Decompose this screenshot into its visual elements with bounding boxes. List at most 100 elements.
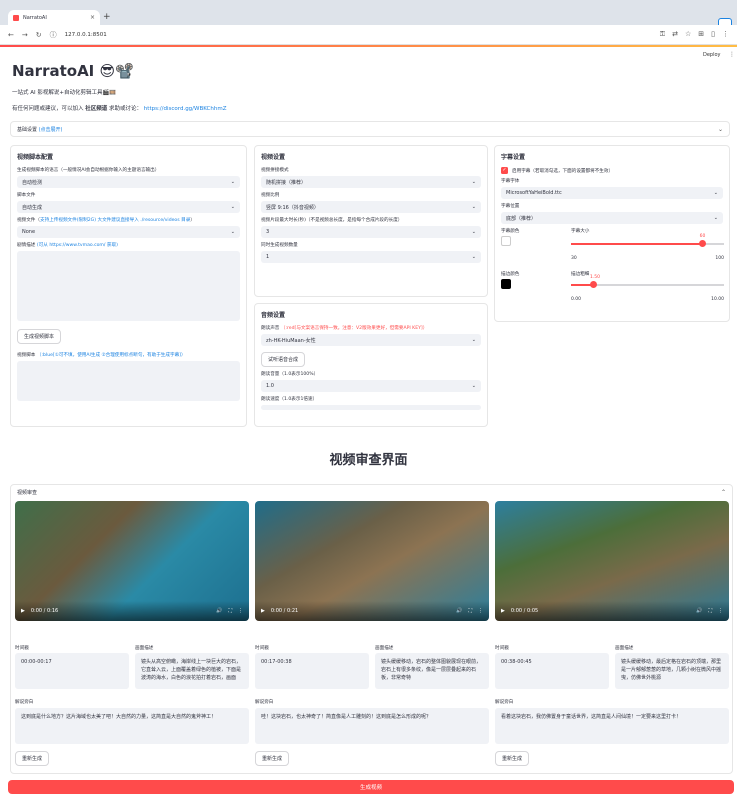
timestamp-field[interactable]: 00:00-00:17 bbox=[15, 653, 129, 689]
slider-min: 0.00 bbox=[571, 297, 582, 302]
scene-label: 画面描述 bbox=[135, 646, 154, 651]
script-label: 视频脚本 （:blue[①可不填，使用AI生成 ②合理使用标点断句，有助于生成字… bbox=[17, 353, 186, 358]
close-tab-icon[interactable]: × bbox=[90, 14, 95, 21]
new-tab-icon[interactable]: + bbox=[103, 12, 111, 22]
play-icon[interactable]: ▶ bbox=[501, 608, 505, 614]
narration-textarea[interactable]: 哇！这块岩石，也太神奇了！简直像是人工雕刻的！这到底是怎么形成的呢？ bbox=[255, 708, 489, 744]
slider-value: 60 bbox=[699, 234, 706, 239]
play-icon[interactable]: ▶ bbox=[261, 608, 265, 614]
more-icon[interactable]: ⋮ bbox=[238, 608, 243, 614]
timestamp-label: 时间戳 bbox=[495, 646, 509, 651]
address-bar[interactable]: 127.0.0.1:8501 bbox=[65, 32, 107, 38]
enable-subtitle-row[interactable]: ✓ 启用字幕（若取消勾选，下面的设置都将不生效） bbox=[501, 167, 723, 174]
aspect-select[interactable]: 竖屏 9:16（抖音视频） ⌄ bbox=[261, 201, 481, 213]
browser-toolbar: ← → ↻ ⓘ 127.0.0.1:8501 ⚿ ⇄ ☆ ⊞ ▯ ⋮ bbox=[0, 25, 737, 45]
video-player[interactable]: ▶ 0:00 / 0:16 🔊 ⛶ ⋮ bbox=[15, 501, 249, 621]
more-icon[interactable]: ⋮ bbox=[478, 608, 483, 614]
generate-script-button[interactable]: 生成视频脚本 bbox=[17, 329, 62, 344]
reload-icon[interactable]: ↻ bbox=[36, 31, 42, 39]
app-menu-icon[interactable]: ⋮ bbox=[729, 51, 735, 58]
site-info-icon[interactable]: ⓘ bbox=[50, 30, 57, 40]
video-player[interactable]: ▶ 0:00 / 0:05 🔊 ⛶ ⋮ bbox=[495, 501, 729, 621]
chevron-down-icon: ⌄ bbox=[471, 383, 476, 389]
deploy-button[interactable]: Deploy bbox=[703, 52, 721, 58]
narration-textarea[interactable]: 这到底是什么地方？这片海域也太美了吧！大自然的力量，这简直是大自然的鬼斧神工！ bbox=[15, 708, 249, 744]
scene-textarea[interactable]: 镜头缓缓移动，最后定格在岩石的顶端，那里是一片郁郁葱葱的草地，几颗小树在微风中摇… bbox=[615, 653, 729, 689]
basic-settings-expander[interactable]: 基础设置 (点击展开) ⌄ bbox=[10, 121, 730, 137]
fullscreen-icon[interactable]: ⛶ bbox=[468, 608, 472, 614]
audio-settings-card: 音频设置 朗读声音 （:red[与文案语言保持一致。注意：V2版效果更好，但需要… bbox=[254, 303, 488, 427]
volume-select[interactable]: 1.0 ⌄ bbox=[261, 380, 481, 392]
voice-select[interactable]: zh-HK-HiuMaan-女性 ⌄ bbox=[261, 334, 481, 346]
slider-thumb[interactable] bbox=[590, 281, 598, 288]
chevron-down-icon: ⌄ bbox=[471, 204, 476, 210]
timestamp-field[interactable]: 00:17-00:38 bbox=[255, 653, 369, 689]
more-icon[interactable]: ⋮ bbox=[718, 608, 723, 614]
video-count-select[interactable]: 1 ⌄ bbox=[261, 251, 481, 263]
scene-textarea[interactable]: 镜头缓缓移动，岩石的整体图貌展现在眼前，岩石上有很多条纹，像是一层层叠起来的石板… bbox=[375, 653, 489, 689]
subtitle-color-swatch[interactable] bbox=[501, 236, 511, 246]
review-expander-label[interactable]: 视频审查 bbox=[17, 489, 37, 496]
video-settings-title: 视频设置 bbox=[261, 154, 286, 161]
video-player[interactable]: ▶ 0:00 / 0:21 🔊 ⛶ ⋮ bbox=[255, 501, 489, 621]
chevron-down-icon: ⌄ bbox=[471, 254, 476, 260]
sidepanel-icon[interactable]: ▯ bbox=[711, 30, 715, 39]
generate-video-button[interactable]: 生成视频 bbox=[8, 780, 734, 794]
script-file-label: 脚本文件 bbox=[17, 193, 36, 198]
discord-link[interactable]: https://discord.gg/WBKChhmZ bbox=[144, 106, 227, 112]
chevron-down-icon: ⌄ bbox=[230, 179, 235, 185]
volume-icon[interactable]: 🔊 bbox=[696, 608, 702, 614]
plot-textarea[interactable] bbox=[17, 251, 240, 321]
volume-icon[interactable]: 🔊 bbox=[216, 608, 222, 614]
translate-icon[interactable]: ⇄ bbox=[672, 30, 678, 39]
chevron-down-icon: ⌄ bbox=[230, 204, 235, 210]
regenerate-button[interactable]: 重新生成 bbox=[15, 751, 50, 766]
review-section-title: 视频审查界面 bbox=[329, 453, 408, 468]
stroke-width-slider[interactable]: 1.50 bbox=[571, 275, 724, 295]
timestamp-field[interactable]: 00:38-00:45 bbox=[495, 653, 609, 689]
rate-select[interactable] bbox=[261, 405, 481, 410]
back-icon[interactable]: ← bbox=[8, 31, 14, 39]
try-voice-button[interactable]: 试听语音合成 bbox=[261, 352, 306, 367]
script-textarea[interactable] bbox=[17, 361, 240, 401]
script-file-select[interactable]: 自动生成 ⌄ bbox=[17, 201, 240, 213]
video-file-select[interactable]: None ⌄ bbox=[17, 226, 240, 238]
concat-mode-select[interactable]: 随机拼接（推荐） ⌄ bbox=[261, 176, 481, 188]
clip-duration-select[interactable]: 3 ⌄ bbox=[261, 226, 481, 238]
note-prefix: 有任何问题或建议，可以加入 bbox=[12, 106, 84, 112]
tvmao-link[interactable]: https://www.tvmao.com/ bbox=[49, 243, 105, 248]
bookmark-star-icon[interactable]: ☆ bbox=[685, 30, 691, 39]
script-config-title: 视频脚本配置 bbox=[17, 154, 54, 161]
chevron-up-icon[interactable]: ⌃ bbox=[721, 489, 726, 496]
lang-select[interactable]: 自动检测 ⌄ bbox=[17, 176, 240, 188]
chevron-down-icon: ⌄ bbox=[230, 229, 235, 235]
narration-label: 解说旁白 bbox=[495, 700, 514, 705]
fullscreen-icon[interactable]: ⛶ bbox=[708, 608, 712, 614]
position-select[interactable]: 底部（推荐） ⌄ bbox=[501, 212, 723, 224]
font-select[interactable]: MicrosoftYaHeiBold.ttc ⌄ bbox=[501, 187, 723, 199]
forward-icon[interactable]: → bbox=[22, 31, 28, 39]
video-controls: ▶ 0:00 / 0:21 🔊 ⛶ ⋮ bbox=[255, 601, 489, 621]
play-icon[interactable]: ▶ bbox=[21, 608, 25, 614]
note-mid: 求助或讨论： bbox=[109, 106, 143, 112]
key-icon[interactable]: ⚿ bbox=[660, 30, 665, 39]
extensions-icon[interactable]: ⊞ bbox=[698, 30, 704, 39]
subtitle-size-slider[interactable]: 60 bbox=[571, 234, 724, 254]
volume-icon[interactable]: 🔊 bbox=[456, 608, 462, 614]
narration-label: 解说旁白 bbox=[15, 700, 34, 705]
video-settings-card: 视频设置 视频拼接模式 随机拼接（推荐） ⌄ 视频比例 竖屏 9:16（抖音视频）… bbox=[254, 145, 488, 297]
slider-thumb[interactable] bbox=[699, 240, 707, 247]
regenerate-button[interactable]: 重新生成 bbox=[495, 751, 530, 766]
video-duration: 0:00 / 0:21 bbox=[270, 608, 299, 614]
checkbox-checked-icon[interactable]: ✓ bbox=[501, 167, 508, 174]
browser-menu-icon[interactable]: ⋮ bbox=[722, 30, 729, 39]
fullscreen-icon[interactable]: ⛶ bbox=[228, 608, 232, 614]
lang-label: 生成视频脚本的语言（一般情况AI会自动根据你输入的主题语言输出） bbox=[17, 168, 160, 173]
script-config-card: 视频脚本配置 生成视频脚本的语言（一般情况AI会自动根据你输入的主题语言输出） … bbox=[10, 145, 247, 427]
browser-tab[interactable]: NarratoAI × bbox=[8, 10, 100, 25]
page-title: NarratoAI 😎📽️ bbox=[12, 62, 134, 80]
scene-textarea[interactable]: 镜头从高空俯瞰，海岸线上一块巨大的岩石，它直耸入云，上面覆盖着绿色的植被，下面是… bbox=[135, 653, 249, 689]
regenerate-button[interactable]: 重新生成 bbox=[255, 751, 290, 766]
stroke-color-swatch[interactable] bbox=[501, 279, 511, 289]
narration-textarea[interactable]: 看着这块岩石，我仿佛置身于童话世界，这简直是人间仙境！一定要来这里打卡！ bbox=[495, 708, 729, 744]
